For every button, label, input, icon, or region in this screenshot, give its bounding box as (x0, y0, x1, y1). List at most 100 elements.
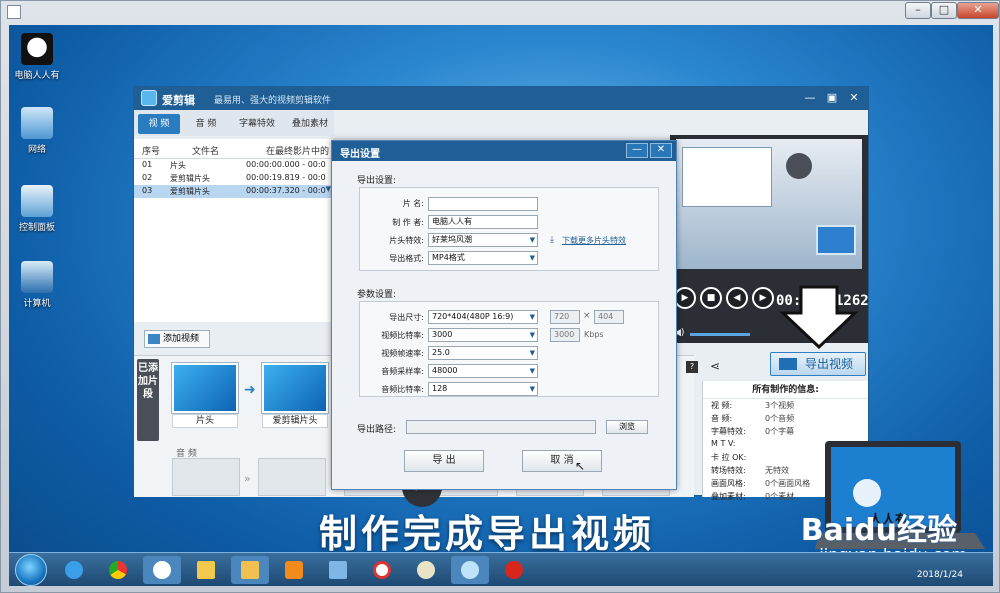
app-maximize-icon[interactable]: ▣ (824, 90, 840, 106)
taskbar-game[interactable] (495, 556, 533, 584)
size-times-sign: × (583, 311, 591, 321)
col-time: 在最终影片中的 (266, 147, 330, 157)
desktop-icon-label: 计算机 (23, 299, 51, 309)
col-no: 序号 (142, 147, 161, 157)
export-video-button[interactable]: 导出视频 (770, 352, 866, 376)
start-button-icon[interactable] (15, 554, 47, 586)
format-select[interactable]: MP4格式 (428, 251, 538, 265)
panda-icon (21, 33, 53, 65)
video-bitrate-label: 视频比特率: (381, 331, 424, 340)
taskbar-chrome[interactable] (99, 556, 137, 584)
param-section-title: 参数设置: (357, 290, 397, 300)
info-key: M T V: (711, 439, 736, 448)
taskbar-player[interactable] (275, 556, 313, 584)
kbps-unit: Kbps (584, 330, 604, 339)
row-no: 02 (142, 173, 153, 182)
prev-icon[interactable]: ◀ (726, 287, 748, 309)
app-slogan: 最易用、强大的视频剪辑软件 (214, 96, 332, 106)
desktop-icon-network[interactable]: 网络 (9, 107, 65, 155)
desktop: 电脑人人有 网络 控制面板 计算机 爱剪辑 最易用、强大的视频剪辑软件 — ▣ … (9, 25, 993, 586)
desktop-icon-panda[interactable]: 电脑人人有 (9, 33, 65, 81)
tab-video[interactable]: 视 频 (138, 114, 180, 134)
minimize-button[interactable]: – (905, 2, 931, 19)
ie-icon (65, 561, 83, 579)
taskbar-control[interactable] (319, 556, 357, 584)
desktop-icon-control-panel[interactable]: 控制面板 (9, 185, 65, 233)
clip-label: 片头 (172, 414, 238, 428)
volume-slider[interactable] (690, 333, 750, 336)
main-tabs: 视 频 音 频 字幕特效 叠加素材 (134, 110, 334, 136)
tab-overlay[interactable]: 叠加素材 (286, 114, 334, 134)
taskbar-app1[interactable] (143, 556, 181, 584)
desktop-icon-label: 电脑人人有 (14, 71, 60, 81)
table-row[interactable]: 02 爱剪辑片头 00:00:19.819 - 00:0 (134, 172, 333, 185)
desktop-icon-computer[interactable]: 计算机 (9, 261, 65, 309)
row-time: 00:00:00.000 - 00:0 (246, 160, 326, 169)
info-value: 0个画面风格 (765, 479, 811, 488)
help-icon[interactable]: ? (686, 361, 698, 373)
size-select[interactable]: 720*404(480P 16:9) (428, 310, 538, 324)
video-caption: 制作完成导出视频 (319, 512, 656, 556)
intro-effect-select[interactable]: 好莱坞风潮 (428, 233, 538, 247)
taskbar-aijianji[interactable] (451, 556, 489, 584)
taskbar-notes[interactable] (187, 556, 225, 584)
browse-button[interactable]: 浏览 (606, 420, 648, 434)
video-bitrate-select[interactable]: 3000 (428, 328, 538, 342)
audio-bitrate-select[interactable]: 128 (428, 382, 538, 396)
taskbar-ie[interactable] (55, 556, 93, 584)
audio-slot[interactable] (258, 458, 326, 496)
clip-thumbnail[interactable] (262, 363, 328, 413)
film-icon (148, 334, 160, 344)
audio-sample-select[interactable]: 48000 (428, 364, 538, 378)
app-logo-icon (141, 90, 157, 106)
info-key: 转场特效: (711, 466, 746, 475)
strip-side-label: 已添加片段 (137, 359, 159, 441)
tab-audio[interactable]: 音 频 (186, 114, 226, 134)
chrome-icon (109, 561, 127, 579)
table-row[interactable]: 01 片头 00:00:00.000 - 00:0 (134, 159, 333, 172)
download-icon: ⤓ (550, 235, 554, 245)
export-video-label: 导出视频 (805, 357, 854, 371)
video-bitrate-input[interactable]: 3000 (550, 328, 580, 342)
add-video-button[interactable]: 添加视频 (144, 330, 210, 348)
name-input[interactable] (428, 197, 538, 211)
double-chevron-icon: » (244, 472, 251, 485)
path-label: 导出路径: (357, 425, 397, 435)
next-icon[interactable]: ▶ (752, 287, 774, 309)
baidu-watermark: Baidu经验 (800, 513, 957, 548)
play-icon[interactable]: ▶ (674, 287, 696, 309)
audio-slot[interactable] (172, 458, 240, 496)
info-row: 视 频: 3个视频 (703, 399, 868, 412)
path-input[interactable] (406, 420, 596, 434)
taskbar-ppt[interactable] (363, 556, 401, 584)
folder-icon (241, 561, 259, 579)
download-effects-link[interactable]: 下载更多片头特效 (562, 235, 626, 246)
taskbar-explorer[interactable] (231, 556, 269, 584)
cancel-button[interactable]: 取 消 (522, 450, 602, 472)
info-key: 卡 拉 OK: (711, 453, 747, 462)
taskbar-paint[interactable] (407, 556, 445, 584)
row-name: 片头 (170, 161, 186, 170)
info-title: 所有制作的信息: (703, 381, 868, 399)
maximize-button[interactable]: □ (931, 2, 957, 19)
tab-subtitle-effects[interactable]: 字幕特效 (232, 114, 282, 134)
size-height-input[interactable]: 404 (594, 310, 624, 324)
stop-icon[interactable]: ■ (700, 287, 722, 309)
row-time: 00:00:19.819 - 00:0 (246, 173, 326, 182)
arrow-right-icon: ➜ (244, 382, 256, 398)
fps-select[interactable]: 25.0 (428, 346, 538, 360)
export-button[interactable]: 导 出 (404, 450, 484, 472)
clip-thumbnail[interactable] (172, 363, 238, 413)
format-label: 导出格式: (389, 254, 424, 263)
close-button[interactable]: ✕ (957, 2, 999, 19)
dialog-close-icon[interactable]: ✕ (650, 143, 672, 158)
author-input[interactable]: 电脑人人有 (428, 215, 538, 229)
fps-label: 视频帧速率: (381, 349, 424, 358)
share-icon[interactable]: ⋖ (710, 359, 720, 373)
table-row[interactable]: 03 爱剪辑片头 00:00:37.320 - 00:0 (134, 185, 333, 198)
window-app-icon (7, 5, 21, 19)
app-minimize-icon[interactable]: — (802, 90, 818, 106)
app-close-icon[interactable]: ✕ (846, 90, 862, 106)
dialog-minimize-icon[interactable]: — (626, 143, 648, 158)
size-width-input[interactable]: 720 (550, 310, 580, 324)
